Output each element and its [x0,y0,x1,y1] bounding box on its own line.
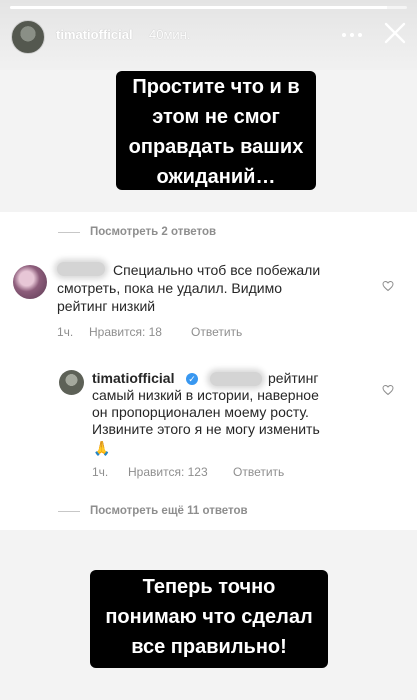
pray-emoji-icon: 🙏 [93,440,111,456]
comments-screenshot-panel: Посмотреть 2 ответов Посмотреть ещё 11 о… [0,212,417,530]
blurred-username [57,262,105,276]
blurred-mention [210,372,262,386]
heart-icon[interactable] [382,280,394,292]
reply-time: 1ч. [92,465,109,479]
story-progress-fill [10,6,388,9]
view-replies-label: Посмотреть 2 ответов [90,226,217,238]
reply-button[interactable]: Ответить [191,325,242,339]
reply-button[interactable]: Ответить [233,465,284,479]
caption-line: ожиданий… [156,166,276,188]
story-avatar[interactable] [11,20,45,54]
reply-text-line: рейтинг [268,370,319,386]
more-icon[interactable] [338,30,366,40]
story-caption-bottom: Теперь точно понимаю что сделал все прав… [90,570,328,668]
story-username[interactable]: timatiofficial [56,27,133,42]
story-progress-bar [10,6,407,9]
view-more-replies-button[interactable]: Посмотреть ещё 11 ответов [58,505,248,517]
caption-line: все правильно! [131,636,287,658]
commenter-avatar[interactable] [13,265,47,299]
reply-text-line: он пропорционален моему росту. [92,404,309,420]
view-replies-button[interactable]: Посмотреть 2 ответов [58,226,216,238]
comment-text-line: Специально чтоб все побежали [113,262,321,278]
comment-likes[interactable]: Нравится: 18 [89,325,162,339]
caption-line: оправдать ваших [128,136,304,158]
caption-line: Теперь точно [142,576,276,598]
reply-username[interactable]: timatiofficial [92,370,174,387]
story-caption-top: Простите что и в этом не смог оправдать … [116,71,316,190]
reply-text-line: Извините этого я не могу изменить [92,421,320,437]
comment-text-line: рейтинг низкий [57,298,156,314]
caption-line: Простите что и в [132,76,300,98]
close-icon[interactable] [382,20,408,46]
reply-likes[interactable]: Нравится: 123 [128,465,208,479]
reply-text-line: самый низкий в истории, наверное [92,387,319,403]
replies-divider-line [58,510,80,512]
caption-line: этом не смог [152,106,280,128]
story-header: timatiofficial 40мин. [0,0,417,70]
reply-avatar[interactable] [59,370,84,395]
view-more-replies-label: Посмотреть ещё 11 ответов [90,505,248,517]
comment-text-line: смотреть, пока не удалил. Видимо [57,280,282,296]
caption-line: понимаю что сделал [105,606,313,628]
comment-time: 1ч. [57,325,74,339]
heart-icon[interactable] [382,384,394,396]
verified-icon: ✓ [186,373,198,385]
replies-divider-line [58,231,80,233]
story-timestamp: 40мин. [149,27,191,42]
